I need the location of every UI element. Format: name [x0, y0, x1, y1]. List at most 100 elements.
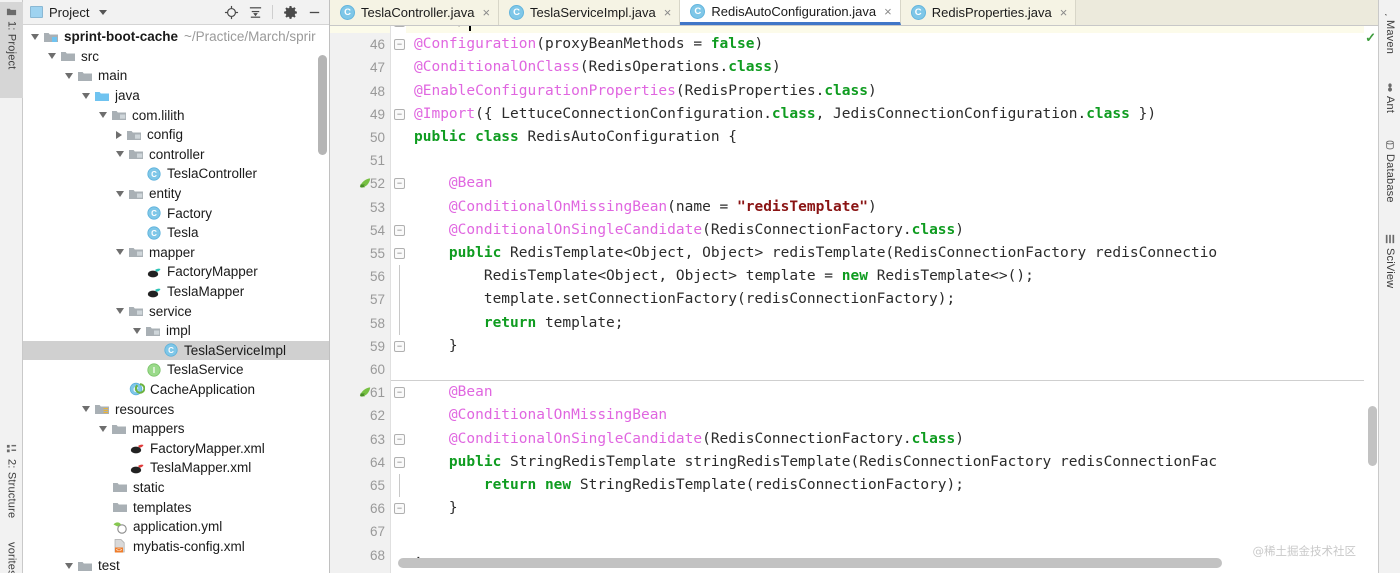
chevron-down-icon[interactable] — [82, 406, 90, 412]
chevron-down-icon[interactable] — [116, 308, 124, 314]
code-line[interactable]: return new StringRedisTemplate(redisConn… — [406, 474, 1364, 497]
tool-window-button-favorites[interactable]: vorites — [0, 538, 23, 573]
tool-window-button-maven[interactable]: m Maven — [1379, 6, 1400, 74]
code-line[interactable]: @Configuration(proxyBeanMethods = false) — [406, 33, 1364, 56]
code-line[interactable]: public StringRedisTemplate stringRedisTe… — [406, 451, 1364, 474]
code-editor[interactable]: 4546474849505152535455565758596061626364… — [330, 26, 1378, 573]
line-number[interactable]: 50 — [330, 126, 390, 149]
line-number[interactable]: 56 — [330, 265, 390, 288]
project-tree-item-test[interactable]: test — [23, 556, 329, 573]
code-line[interactable]: @ConditionalOnSingleCandidate(RedisConne… — [406, 428, 1364, 451]
code-line[interactable] — [406, 520, 1364, 543]
bean-gutter-icon[interactable] — [358, 176, 373, 191]
project-tree-item-templates[interactable]: templates — [23, 497, 329, 517]
line-number[interactable]: 59 — [330, 335, 390, 358]
fold-collapse-icon[interactable]: − — [394, 109, 405, 120]
project-tree-item-static[interactable]: static — [23, 478, 329, 498]
chevron-down-icon[interactable] — [116, 151, 124, 157]
fold-collapse-icon[interactable]: − — [394, 434, 405, 445]
line-number[interactable]: 57 — [330, 288, 390, 311]
line-number[interactable]: 64 — [330, 451, 390, 474]
line-number[interactable]: 52 — [330, 172, 390, 195]
chevron-down-icon[interactable] — [65, 73, 73, 79]
project-tree-item-application-yml[interactable]: application.yml — [23, 517, 329, 537]
fold-collapse-icon[interactable]: − — [394, 178, 405, 189]
tool-window-button-sciview[interactable]: SciView — [1379, 234, 1400, 312]
fold-end-icon[interactable]: − — [394, 503, 405, 514]
chevron-down-icon[interactable] — [99, 10, 107, 15]
chevron-down-icon[interactable] — [99, 112, 107, 118]
project-tree-item-com-lilith[interactable]: com.lilith — [23, 105, 329, 125]
chevron-down-icon[interactable] — [31, 34, 39, 40]
collapse-all-icon[interactable] — [244, 2, 266, 22]
fold-end-icon[interactable]: − — [394, 341, 405, 352]
line-number[interactable]: 68 — [330, 544, 390, 567]
line-number[interactable]: 54 — [330, 219, 390, 242]
project-tree-scrollbar[interactable] — [318, 55, 327, 155]
project-tree-item-mybatis-config-xml[interactable]: <>mybatis-config.xml — [23, 536, 329, 556]
locate-icon[interactable] — [220, 2, 242, 22]
line-number[interactable]: 60 — [330, 358, 390, 381]
close-icon[interactable]: × — [482, 5, 490, 20]
code-line[interactable]: @Bean — [406, 172, 1364, 195]
project-tree-item-factorymapper[interactable]: FactoryMapper — [23, 262, 329, 282]
editor-horizontal-scrollbar-track[interactable] — [398, 558, 1356, 568]
inspection-status-icon[interactable]: ✓ — [1365, 30, 1376, 46]
project-tree-item-java[interactable]: java — [23, 86, 329, 106]
chevron-down-icon[interactable] — [133, 328, 141, 334]
project-tree-item-teslamapper[interactable]: TeslaMapper — [23, 282, 329, 302]
project-tree-item-teslacontroller[interactable]: CTeslaController — [23, 164, 329, 184]
project-tree-item-teslamapper-xml[interactable]: TeslaMapper.xml — [23, 458, 329, 478]
fold-collapse-icon[interactable]: − — [394, 387, 405, 398]
project-tree-item-resources[interactable]: resources — [23, 399, 329, 419]
project-tree-item-factory[interactable]: CFactory — [23, 203, 329, 223]
line-number[interactable]: 61 — [330, 381, 390, 404]
close-icon[interactable]: × — [1060, 5, 1068, 20]
project-tree-item-controller[interactable]: controller — [23, 145, 329, 165]
line-number[interactable]: 62 — [330, 404, 390, 427]
chevron-down-icon[interactable] — [82, 93, 90, 99]
editor-vertical-scrollbar[interactable] — [1368, 406, 1377, 466]
line-number[interactable]: 48 — [330, 80, 390, 103]
fold-collapse-icon[interactable]: − — [394, 457, 405, 468]
chevron-down-icon[interactable] — [65, 563, 73, 569]
code-line[interactable]: } — [406, 335, 1364, 358]
code-line[interactable]: @Import({ LettuceConnectionConfiguration… — [406, 103, 1364, 126]
fold-end-icon[interactable]: − — [394, 26, 405, 27]
project-tree-item-impl[interactable]: impl — [23, 321, 329, 341]
project-tree-item-tesla[interactable]: CTesla — [23, 223, 329, 243]
line-number[interactable]: 49 — [330, 103, 390, 126]
project-tree-item-config[interactable]: config — [23, 125, 329, 145]
inspection-gutter[interactable]: ✓ — [1364, 26, 1378, 573]
code-folding-gutter[interactable]: − − − − − − − − − − − — [390, 26, 406, 573]
code-line[interactable]: return template; — [406, 312, 1364, 335]
project-tree-item-factorymapper-xml[interactable]: FactoryMapper.xml — [23, 438, 329, 458]
fold-collapse-icon[interactable]: − — [394, 225, 405, 236]
editor-horizontal-scrollbar-thumb[interactable] — [398, 558, 1222, 568]
code-line[interactable]: @ConditionalOnMissingBean — [406, 404, 1364, 427]
line-number[interactable]: 47 — [330, 56, 390, 79]
code-text-area[interactable]: */@Configuration(proxyBeanMethods = fals… — [406, 26, 1364, 573]
close-icon[interactable]: × — [664, 5, 672, 20]
project-tree-item-mappers[interactable]: mappers — [23, 419, 329, 439]
fold-collapse-icon[interactable]: − — [394, 39, 405, 50]
line-number[interactable]: 66 — [330, 497, 390, 520]
fold-collapse-icon[interactable]: − — [394, 248, 405, 259]
line-number[interactable]: 55 — [330, 242, 390, 265]
project-panel-title-group[interactable]: Project — [30, 5, 107, 20]
code-line[interactable]: @ConditionalOnClass(RedisOperations.clas… — [406, 56, 1364, 79]
project-tree-item-sprint-boot-cache[interactable]: sprint-boot-cache~/Practice/March/sprir — [23, 27, 329, 47]
project-tree-item-cacheapplication[interactable]: CCacheApplication — [23, 380, 329, 400]
code-line[interactable]: @Bean — [406, 381, 1364, 404]
chevron-down-icon[interactable] — [99, 426, 107, 432]
project-tree-item-service[interactable]: service — [23, 301, 329, 321]
tool-window-button-structure[interactable]: 2: Structure — [0, 440, 23, 538]
code-line[interactable] — [406, 149, 1364, 172]
line-number[interactable]: 65 — [330, 474, 390, 497]
gear-icon[interactable] — [279, 2, 301, 22]
project-tree-item-src[interactable]: src — [23, 47, 329, 67]
line-number[interactable]: 51 — [330, 149, 390, 172]
code-line[interactable]: template.setConnectionFactory(redisConne… — [406, 288, 1364, 311]
line-number[interactable]: 46 — [330, 33, 390, 56]
line-number[interactable]: 53 — [330, 196, 390, 219]
